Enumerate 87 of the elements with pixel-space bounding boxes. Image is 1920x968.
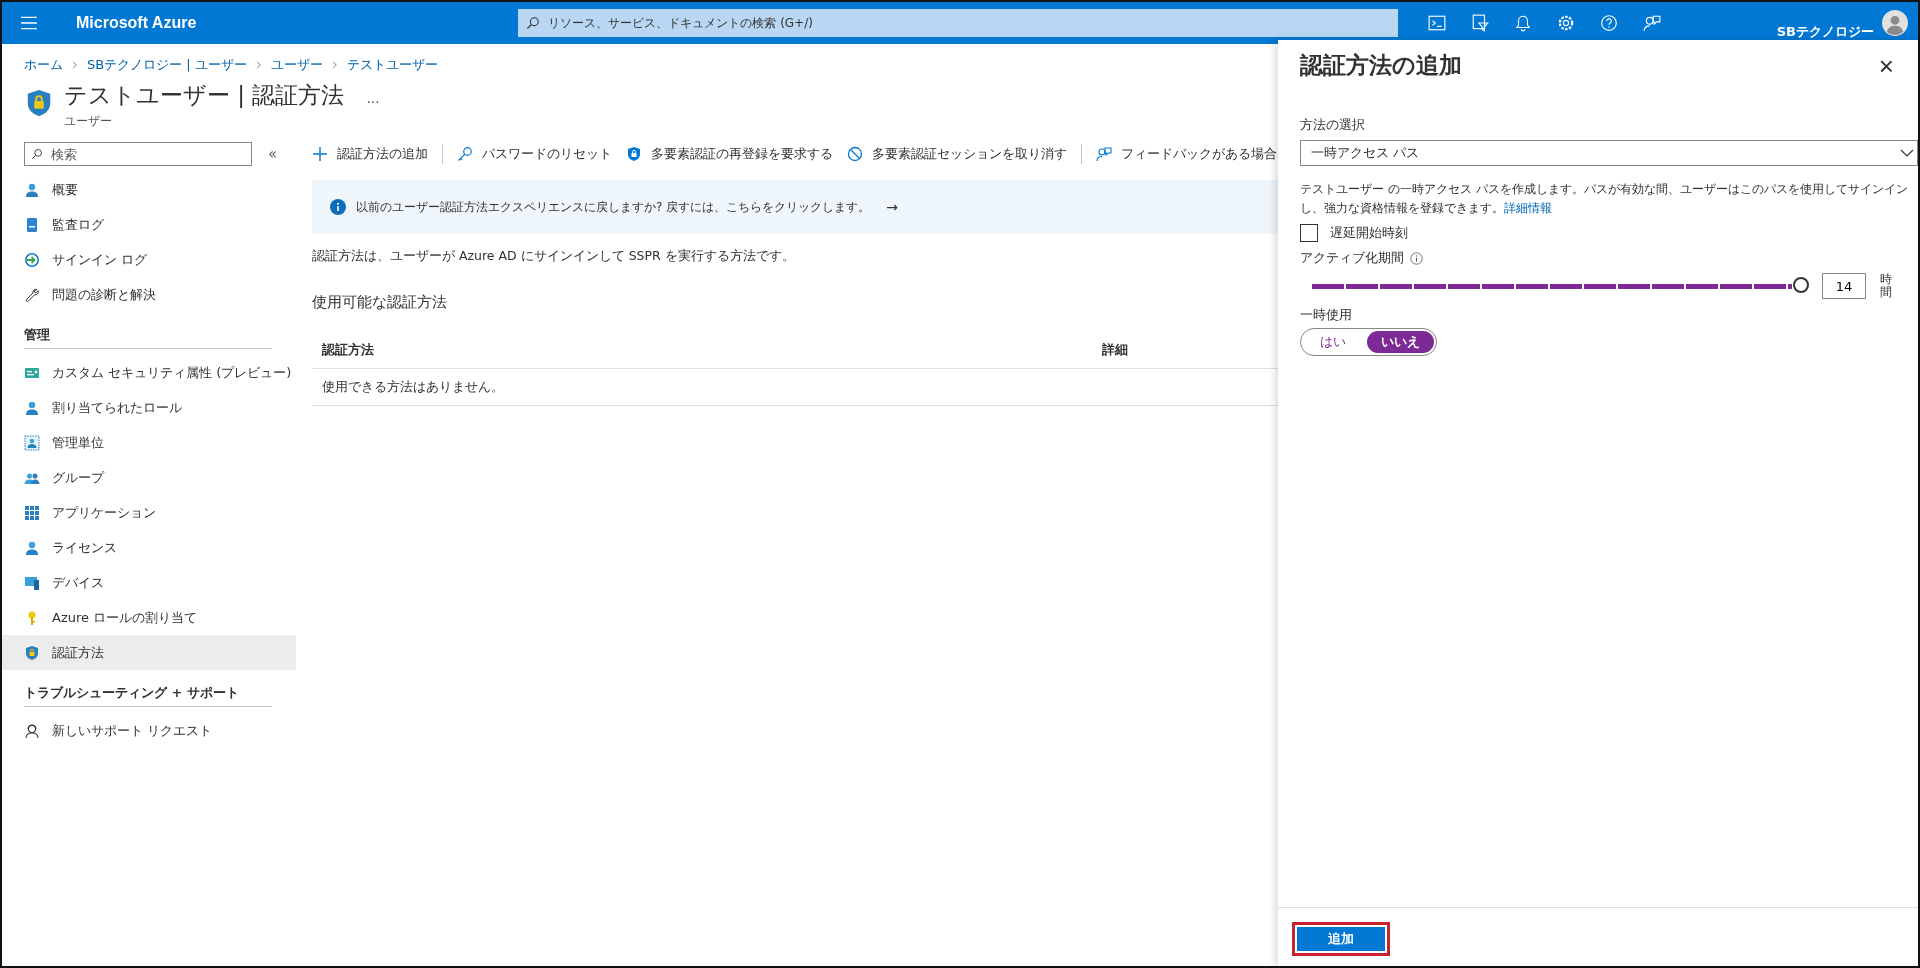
terminal-icon[interactable] xyxy=(1428,14,1447,32)
add-button[interactable]: 追加 xyxy=(1297,927,1385,951)
method-dropdown[interactable]: 一時アクセス パス xyxy=(1300,140,1918,166)
toggle-option[interactable]: はい xyxy=(1303,331,1363,354)
breadcrumb-link[interactable]: テストユーザー xyxy=(346,56,438,74)
info-icon xyxy=(330,199,346,215)
number-field[interactable]: 14 xyxy=(1822,273,1866,300)
description-text: テストユーザー の一時アクセス パスを作成します。パスが有効な間、ユーザーはこのパスを使用してサインインし、強力な資格情報を登録できます。詳細情報 xyxy=(1300,181,1909,217)
toolbar-button[interactable]: パスワードのリセット xyxy=(457,145,612,163)
person-icon xyxy=(24,399,40,416)
description-text: 認証方法は、ユーザーが Azure AD にサインインして SSPR を実行する方法です。 xyxy=(312,248,796,265)
sidebar-item[interactable]: グループ xyxy=(2,460,296,495)
sidebar-item[interactable]: 監査ログ xyxy=(2,207,296,242)
page-subtitle: ユーザー xyxy=(64,113,113,130)
toolbar-button[interactable]: フィードバックがある場合 xyxy=(1096,145,1277,163)
book-icon xyxy=(24,216,40,233)
page-title: テストユーザー | 認証方法 xyxy=(64,81,345,110)
wrench-icon xyxy=(24,286,40,303)
toggle-option[interactable]: いいえ xyxy=(1367,331,1434,354)
organization-name: SBテクノロジー xyxy=(1776,23,1874,41)
person-icon xyxy=(24,539,40,556)
breadcrumb-link[interactable]: ユーザー xyxy=(270,56,323,74)
breadcrumb-link[interactable]: ホーム xyxy=(24,56,63,74)
close-button[interactable]: × xyxy=(1878,52,1894,79)
brand-name[interactable]: Microsoft Azure xyxy=(76,14,197,32)
column-header: 認証方法 xyxy=(322,341,375,359)
lock-shield-icon xyxy=(626,146,642,162)
collapse-button[interactable]: « xyxy=(268,145,278,163)
sidebar-item[interactable]: 認証方法 xyxy=(2,635,296,670)
shield-icon xyxy=(24,644,40,661)
toolbar-button[interactable]: 多要素認証の再登録を要求する xyxy=(626,145,833,163)
search-input[interactable]: リソース、サービス、ドキュメントの検索 (G+/) xyxy=(546,15,1391,31)
checkbox[interactable] xyxy=(1300,224,1318,242)
sign-in-icon xyxy=(24,251,40,268)
info-icon xyxy=(1410,252,1423,265)
sidebar-item[interactable]: Azure ロールの割り当て xyxy=(2,600,296,635)
banner-text: 以前のユーザー認証方法エクスペリエンスに戻しますか? 戻すには、こちらをクリックします。 xyxy=(356,198,871,216)
person-icon xyxy=(24,181,40,198)
field-label: アクティブ化期間 xyxy=(1300,250,1404,267)
search-input[interactable]: 検索 xyxy=(49,145,233,163)
slider-thumb[interactable] xyxy=(1793,276,1809,293)
search-icon xyxy=(31,148,43,160)
search-field[interactable]: リソース、サービス、ドキュメントの検索 (G+/) xyxy=(518,9,1399,37)
checkbox-label: 遅延開始時刻 xyxy=(1330,224,1408,242)
search-field[interactable]: 検索 xyxy=(24,142,252,166)
sidebar-item[interactable]: 概要 xyxy=(2,172,296,207)
breadcrumb-link[interactable]: SBテクノロジー | ユーザー xyxy=(87,56,247,74)
table-cell: 使用できる方法はありません。 xyxy=(322,378,504,396)
column-header: 詳細 xyxy=(1102,341,1128,359)
section-heading: 使用可能な認証方法 xyxy=(312,293,448,312)
settings-icon[interactable] xyxy=(1557,14,1576,32)
section-heading: 管理 xyxy=(24,318,272,349)
more-button[interactable]: ... xyxy=(366,90,380,106)
slider-fill[interactable] xyxy=(1312,283,1792,289)
sidebar-item[interactable]: 管理単位 xyxy=(2,425,296,460)
help-icon[interactable] xyxy=(1600,14,1619,32)
unit-icon xyxy=(24,434,40,451)
key-icon xyxy=(457,146,473,162)
sidebar-item[interactable]: 割り当てられたロール xyxy=(2,390,296,425)
feedback-icon xyxy=(1096,146,1112,162)
avatar-icon[interactable] xyxy=(1882,10,1908,36)
panel-title: 認証方法の追加 xyxy=(1300,51,1462,80)
sidebar-item[interactable]: 新しいサポート リクエスト xyxy=(2,713,296,748)
details-link[interactable]: 詳細情報 xyxy=(1504,201,1552,215)
search-icon xyxy=(526,16,541,30)
monitor-icon xyxy=(24,574,40,591)
sidebar-item[interactable]: ライセンス xyxy=(2,530,296,565)
grid-icon xyxy=(24,504,40,521)
field-label: 方法の選択 xyxy=(1300,117,1366,134)
sidebar-item[interactable]: アプリケーション xyxy=(2,495,296,530)
feedback-icon[interactable] xyxy=(1643,14,1662,32)
block-icon xyxy=(847,146,863,162)
field-label: 一時使用 xyxy=(1300,307,1353,325)
toolbar-button[interactable]: 多要素認証セッションを取り消す xyxy=(847,145,1067,163)
sidebar-item[interactable]: 問題の診断と解決 xyxy=(2,277,296,312)
sidebar-item[interactable]: サインイン ログ xyxy=(2,242,296,277)
bell-icon[interactable] xyxy=(1514,14,1533,32)
arrow-link[interactable]: → xyxy=(886,199,898,215)
menu-icon[interactable] xyxy=(20,14,38,32)
sidebar-item[interactable]: カスタム セキュリティ属性 (プレビュー) xyxy=(2,355,296,390)
sidebar-item[interactable]: デバイス xyxy=(2,565,296,600)
section-heading: トラブルシューティング + サポート xyxy=(24,676,272,707)
chevron-icon xyxy=(70,60,80,70)
toolbar-button[interactable]: 認証方法の追加 xyxy=(312,145,428,163)
unit-label: 時間 xyxy=(1880,273,1892,300)
plus-icon xyxy=(312,146,328,162)
support-person-icon xyxy=(24,722,40,739)
